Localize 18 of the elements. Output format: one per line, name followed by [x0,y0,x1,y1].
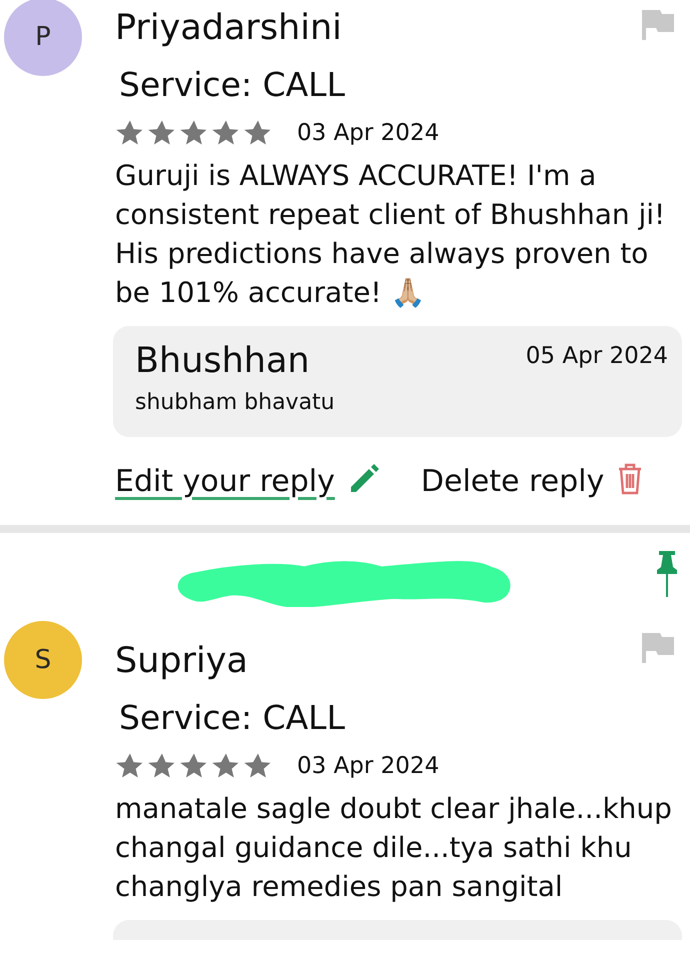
review-date: 03 Apr 2024 [297,753,440,779]
edit-reply-link[interactable]: Edit your reply [115,464,335,498]
reply-date: 05 Apr 2024 [526,342,668,371]
flag-icon[interactable] [640,631,676,663]
review-text: Guruji is ALWAYS ACCURATE! I'm a consistent repeat client of Bhushhan ji! His predictions have always proven to be 101% accurate! 🙏🏼 [115,158,666,311]
reply-text: shubham bhavatu [135,390,336,415]
reviewer-name: Priyadarshini [115,7,342,50]
review-text: manatale sagle doubt clear jhale...khup changal guidance dile...tya sathi khu changlya remedies pan sangital [115,791,673,905]
avatar: P [4,0,82,76]
reply-author: Bhushhan [135,340,311,383]
service-label: Service: CALL [119,64,345,106]
delete-reply-button[interactable]: Delete reply [420,464,604,498]
reviewer-name: Supriya [115,640,248,683]
review-date: 03 Apr 2024 [297,120,440,146]
pin-icon[interactable] [656,549,678,599]
flag-icon[interactable] [640,8,676,40]
avatar: S [4,621,82,699]
service-label: Service: CALL [119,697,345,739]
